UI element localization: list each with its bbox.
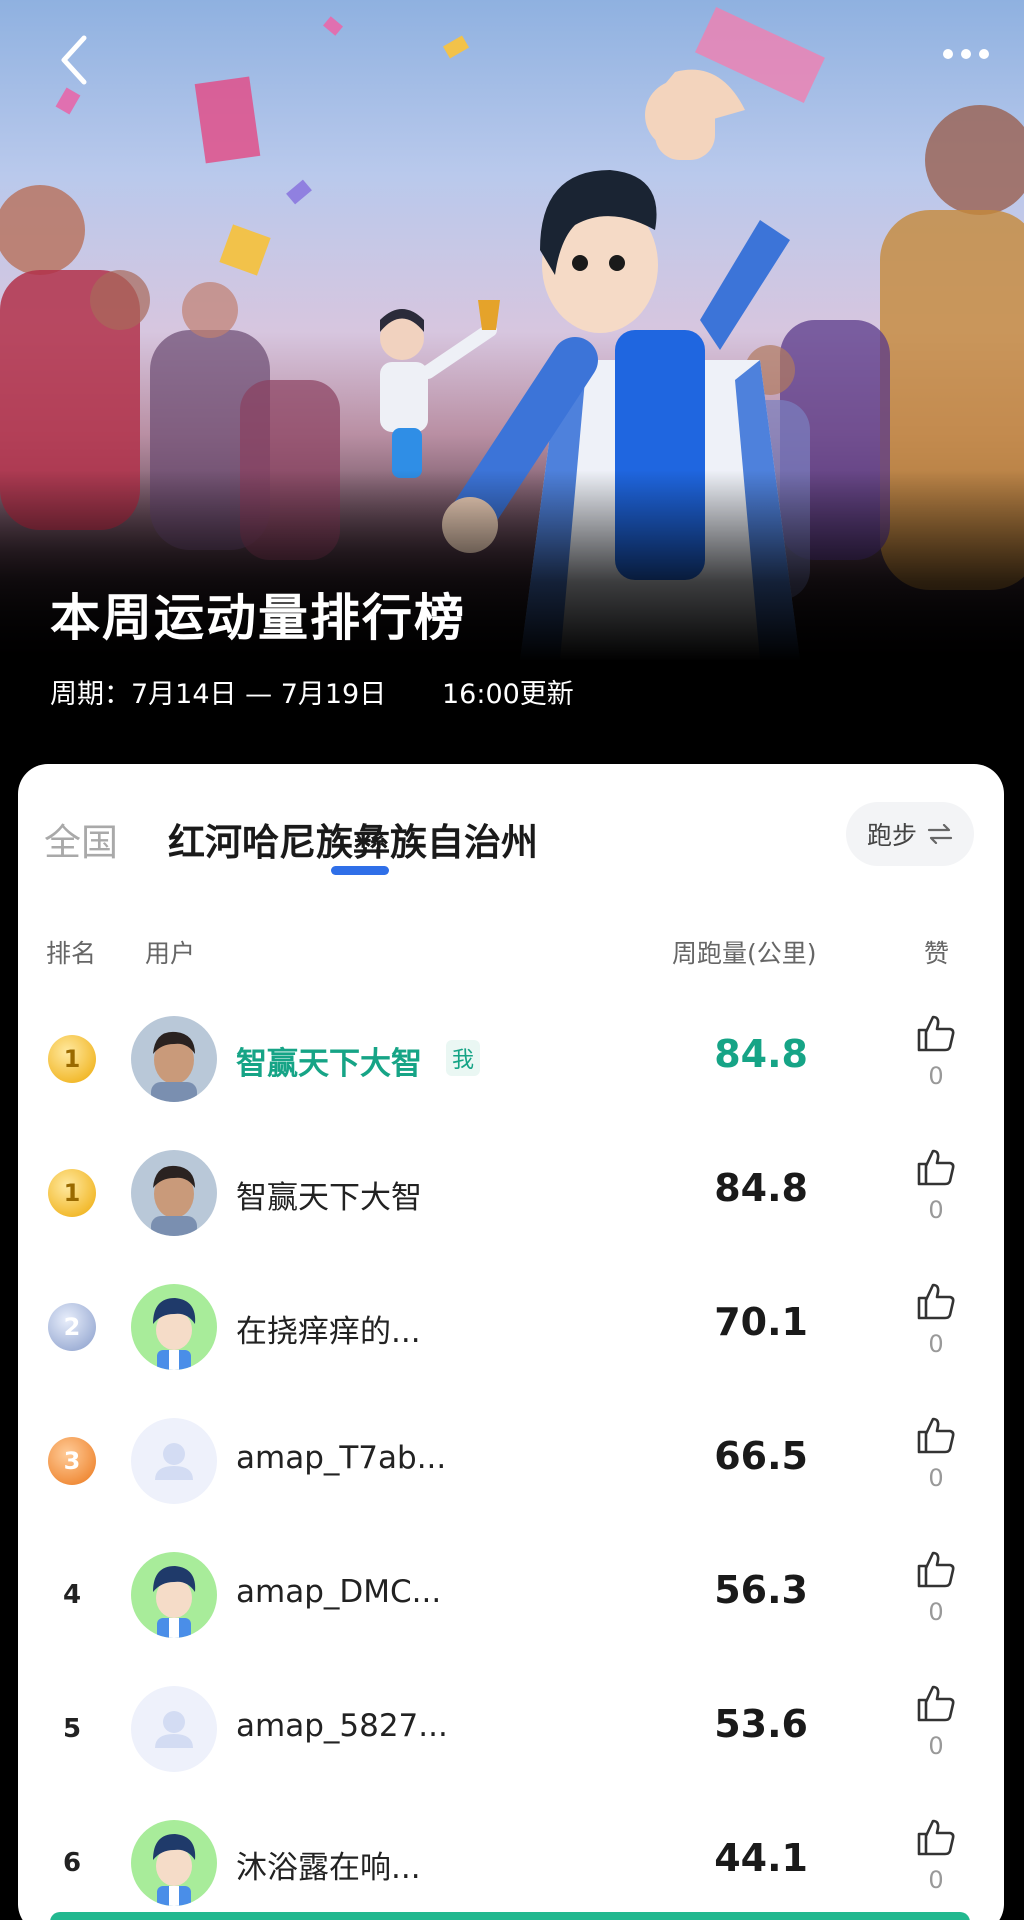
leaderboard-row[interactable]: 3 amap_T7ab... 66.5 0 <box>18 1392 1004 1526</box>
me-tag: 我 <box>446 1040 481 1076</box>
like-button[interactable]: 0 <box>908 1280 964 1376</box>
weekly-distance: 84.8 <box>714 1032 808 1076</box>
rank-number: 4 <box>62 1580 82 1610</box>
leaderboard-row[interactable]: 5 amap_5827... 53.6 0 <box>18 1660 1004 1794</box>
like-button[interactable]: 0 <box>908 1548 964 1644</box>
thumbs-up-icon <box>917 1283 955 1320</box>
rank-silver-medal: 2 <box>48 1303 96 1351</box>
tab-national[interactable]: 全国 <box>44 812 118 866</box>
column-header-distance: 周跑量(公里) <box>672 939 817 968</box>
user-name[interactable]: amap_5827... <box>236 1708 448 1744</box>
column-header-user: 用户 <box>145 939 196 968</box>
rank-gold-medal: 1 <box>48 1035 96 1083</box>
default-user-icon <box>131 1686 217 1772</box>
like-count: 0 <box>928 1330 944 1358</box>
thumbs-up-icon <box>917 1015 955 1052</box>
like-count: 0 <box>928 1464 944 1492</box>
user-name[interactable]: 沐浴露在响... <box>236 1842 421 1887</box>
leaderboard-row[interactable]: 1 智赢天下大智 我 84.8 0 <box>18 990 1004 1124</box>
like-count: 0 <box>928 1062 944 1090</box>
thumbs-up-icon <box>917 1149 955 1186</box>
user-name[interactable]: amap_T7ab... <box>236 1440 446 1476</box>
rank-number: 5 <box>62 1714 82 1744</box>
period-text: 周期：7月14日 — 7月19日 <box>50 679 387 710</box>
update-time-text: 16:00更新 <box>442 679 574 710</box>
rank-number: 6 <box>62 1848 82 1878</box>
thumbs-up-icon <box>917 1417 955 1454</box>
back-icon[interactable] <box>50 30 100 90</box>
weekly-distance: 66.5 <box>714 1434 808 1478</box>
rank-bronze-medal: 3 <box>48 1437 96 1485</box>
leaderboard-row[interactable]: 2 在挠痒痒的... 70.1 0 <box>18 1258 1004 1392</box>
like-count: 0 <box>928 1598 944 1626</box>
weekly-distance: 44.1 <box>714 1836 808 1880</box>
thumbs-up-icon <box>917 1819 955 1856</box>
leaderboard-list: 1 智赢天下大智 我 84.8 0 1 智赢天下大智 84.8 0 2 在挠痒痒… <box>18 990 1004 1920</box>
avatar[interactable] <box>131 1686 217 1772</box>
column-header-rank: 排名 <box>46 939 97 968</box>
like-count: 0 <box>928 1866 944 1894</box>
leaderboard-card: 全国 红河哈尼族彝族自治州 跑步 排名 用户 周跑量(公里) 赞 1 智赢天下大… <box>18 764 1004 1920</box>
user-name[interactable]: 智赢天下大智 <box>236 1038 422 1083</box>
like-count: 0 <box>928 1732 944 1760</box>
avatar[interactable] <box>131 1284 217 1370</box>
more-options-icon[interactable] <box>936 36 996 72</box>
thumbs-up-icon <box>917 1551 955 1588</box>
weekly-distance: 56.3 <box>714 1568 808 1612</box>
like-button[interactable]: 0 <box>908 1816 964 1912</box>
avatar[interactable] <box>131 1552 217 1638</box>
active-tab-indicator <box>331 866 389 875</box>
avatar[interactable] <box>131 1418 217 1504</box>
like-button[interactable]: 0 <box>908 1414 964 1510</box>
bottom-action-bar[interactable] <box>50 1912 970 1920</box>
thumbs-up-icon <box>917 1685 955 1722</box>
like-count: 0 <box>928 1196 944 1224</box>
like-button[interactable]: 0 <box>908 1146 964 1242</box>
leaderboard-row[interactable]: 4 amap_DMC... 56.3 0 <box>18 1526 1004 1660</box>
user-name[interactable]: amap_DMC... <box>236 1574 441 1610</box>
weekly-distance: 53.6 <box>714 1702 808 1746</box>
user-name[interactable]: 智赢天下大智 <box>236 1172 422 1217</box>
leaderboard-row[interactable]: 6 沐浴露在响... 44.1 0 <box>18 1794 1004 1920</box>
page-title: 本周运动量排行榜 <box>50 589 466 647</box>
swap-arrows-icon <box>927 824 953 844</box>
hero-banner: 本周运动量排行榜 周期：7月14日 — 7月19日 16:00更新 <box>0 0 1024 790</box>
like-button[interactable]: 0 <box>908 1012 964 1108</box>
sport-switch-label: 跑步 <box>866 821 917 850</box>
tab-region[interactable]: 红河哈尼族彝族自治州 <box>168 812 538 866</box>
leaderboard-row[interactable]: 1 智赢天下大智 84.8 0 <box>18 1124 1004 1258</box>
default-user-icon <box>131 1418 217 1504</box>
weekly-distance: 84.8 <box>714 1166 808 1210</box>
column-header-likes: 赞 <box>924 939 950 968</box>
user-name[interactable]: 在挠痒痒的... <box>236 1306 421 1351</box>
avatar[interactable] <box>131 1150 217 1236</box>
rank-gold-medal: 1 <box>48 1169 96 1217</box>
avatar[interactable] <box>131 1820 217 1906</box>
sport-switch-button[interactable]: 跑步 <box>846 802 974 866</box>
weekly-distance: 70.1 <box>714 1300 808 1344</box>
like-button[interactable]: 0 <box>908 1682 964 1778</box>
avatar[interactable] <box>131 1016 217 1102</box>
